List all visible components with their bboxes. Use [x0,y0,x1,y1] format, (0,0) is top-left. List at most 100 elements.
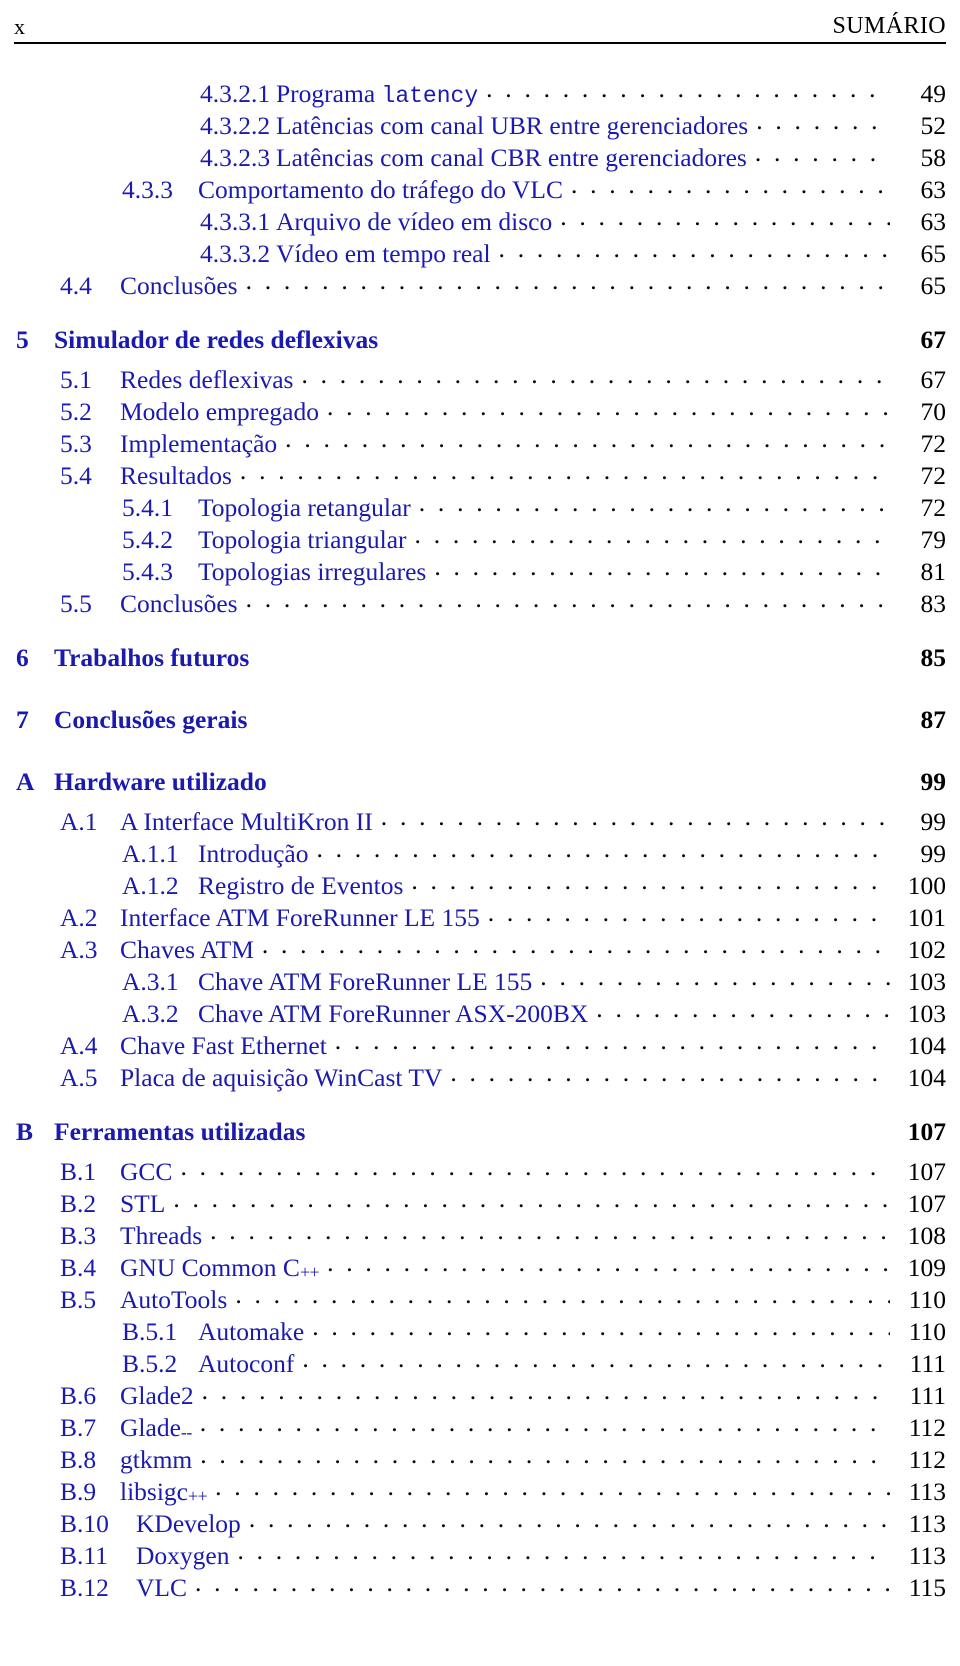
toc-entry-subsection[interactable]: B.5.1 Automake 110 [14,1314,946,1346]
toc-entry-section[interactable]: B.11 Doxygen 113 [14,1538,946,1570]
toc-entry-section[interactable]: 5.5 Conclusões 83 [14,586,946,618]
toc-entry-title: STL [120,1190,173,1217]
toc-entry-page-number: 99 [920,766,947,796]
toc-entry-title: Autoconf [198,1348,302,1378]
toc-dot-leader [202,1378,890,1404]
toc-entry-title: Topologia triangular [198,526,415,553]
toc-entry-page-number: 104 [907,1062,946,1092]
toc-entry-section[interactable]: 5.3 Implementação 72 [14,426,946,458]
toc-entry-number: B.10 [60,1508,109,1538]
toc-entry-title: Doxygen [136,1540,237,1570]
toc-entry-subsection[interactable]: A.3.2 Chave ATM ForeRunner ASX-200BX 103 [14,996,946,1028]
toc-entry-page-number: 67 [920,364,947,394]
toc-entry-subsubsection[interactable]: 4.3.3.1Arquivo de vídeo em disco 63 [14,204,946,236]
toc-entry-subsubsection[interactable]: 4.3.2.2 Latências com canal UBR entre ger… [14,108,946,140]
toc-entry-page-number: 81 [920,556,947,586]
toc-entry-number: A.3.1 [122,966,179,996]
toc-entry-subsection[interactable]: A.1.1 Introdução 99 [14,836,946,868]
toc-entry-section[interactable]: B.12 VLC 115 [14,1570,946,1602]
toc-dot-leader [173,1186,890,1212]
toc-entry-section[interactable]: B.3 Threads 108 [14,1218,946,1250]
toc-entry-section[interactable]: B.6 Glade2 111 [14,1378,946,1410]
toc-entry-title-text: Chave Fast Ethernet [120,1030,327,1060]
toc-entry-section[interactable]: B.7 Glade-- 112 [14,1410,946,1442]
toc-entry-title-text: Introdução [198,838,309,868]
toc-entry-subsubsection[interactable]: 4.3.2.1Programa latency 49 [14,76,946,108]
toc-entry-number: 6 [16,642,29,672]
toc-entry-title-text: Hardware utilizado [54,766,267,796]
toc-entry-section[interactable]: 5.4 Resultados 72 [14,458,946,490]
toc-entry-section[interactable]: A.4 Chave Fast Ethernet 104 [14,1028,946,1060]
toc-entry-section[interactable]: A.1 A Interface MultiKron II 99 [14,804,946,836]
toc-entry-title-text: Autoconf [198,1348,295,1378]
toc-entry-section[interactable]: B.10 KDevelop 113 [14,1506,946,1538]
toc-entry-title-text: Registro de Eventos [198,870,404,900]
toc-entry-chapter[interactable]: 7 Conclusões gerais 87 [14,702,946,742]
toc-entry-section[interactable]: A.3 Chaves ATM 102 [14,932,946,964]
toc-dot-leader [301,362,890,388]
toc-entry-number: B.6 [60,1380,97,1410]
toc-entry-page-number: 72 [920,460,947,490]
toc-entry-title-text: Doxygen [136,1540,230,1570]
toc-entry-chapter[interactable]: 6 Trabalhos futuros 85 [14,640,946,680]
toc-entry-title: Chaves ATM [120,936,262,963]
toc-entry-section[interactable]: 5.2 Modelo empregado 70 [14,394,946,426]
toc-entry-section[interactable]: 4.4 Conclusões 65 [14,268,946,300]
toc-entry-title-text: A Interface MultiKron II [120,806,373,836]
toc-entry-section[interactable]: B.5 AutoTools 110 [14,1282,946,1314]
toc-entry-page-number: 112 [908,1444,946,1474]
toc-entry-page-number: 110 [908,1284,946,1314]
toc-entry-subsubsection[interactable]: 4.3.3.2Vídeo em tempo real 65 [14,236,946,268]
toc-entry-title-suffix: ++ [299,1261,320,1282]
toc-entry-section[interactable]: A.5 Placa de aquisição WinCast TV 104 [14,1060,946,1092]
toc-entry-section[interactable]: B.9 libsigc++ 113 [14,1474,946,1506]
toc-entry-title-suffix: ++ [188,1485,208,1506]
toc-dot-leader [200,1410,890,1436]
toc-entry-number: A.3.2 [122,998,179,1028]
toc-entry-subsection[interactable]: 5.4.3 Topologias irregulares 81 [14,554,946,586]
toc-entry-subsection[interactable]: B.5.2 Autoconf 111 [14,1346,946,1378]
toc-entry-title-text: Conclusões [120,588,238,618]
toc-entry-title: Introdução [198,838,316,868]
toc-dot-leader [215,1474,890,1500]
toc-entry-subsection[interactable]: A.3.1 Chave ATM ForeRunner LE 155 103 [14,964,946,996]
toc-entry-title-text: Chave ATM ForeRunner ASX-200BX [198,998,589,1028]
toc-entry-section[interactable]: 5.1 Redes deflexivas 67 [14,362,946,394]
toc-entry-title: Registro de Eventos [198,870,411,900]
toc-entry-subsection[interactable]: 4.3.3 Comportamento do tráfego do VLC 63 [14,172,946,204]
toc-dot-leader [386,322,890,348]
toc-entry-number: 4.3.3.1 [200,206,271,236]
toc-entry-subsubsection[interactable]: 4.3.2.3 Latências com canal CBR entre ger… [14,140,946,172]
toc-entry-page-number: 111 [909,1348,946,1378]
toc-entry-title-text: Implementação [120,428,278,458]
toc-entry-page-number: 52 [920,110,947,140]
toc-dot-leader [755,140,890,166]
toc-entry-title: Chave ATM ForeRunner LE 155 [198,968,540,995]
toc-entry-subsection[interactable]: 5.4.2 Topologia triangular 79 [14,522,946,554]
toc-entry-subsection[interactable]: A.1.2 Registro de Eventos 100 [14,868,946,900]
toc-entry-chapter[interactable]: B Ferramentas utilizadas 107 [14,1114,946,1154]
toc-entry-chapter[interactable]: A Hardware utilizado 99 [14,764,946,804]
toc-entry-section[interactable]: B.2 STL 107 [14,1186,946,1218]
toc-entry-section[interactable]: A.2 Interface ATM ForeRunner LE 155 101 [14,900,946,932]
toc-entry-number: A.5 [60,1062,98,1092]
toc-entry-page-number: 107 [907,1156,946,1186]
toc-entry-number: A.3 [60,934,98,964]
toc-dot-leader [246,586,890,612]
toc-dot-leader [488,900,890,926]
toc-entry-title-text: Topologia retangular [198,492,411,522]
toc-entry-title: libsigc++ [120,1478,215,1506]
toc-dot-leader [302,1346,890,1372]
toc-entry-section[interactable]: B.8 gtkmm 112 [14,1442,946,1474]
toc-entry-page-number: 102 [907,934,946,964]
toc-entry-number: A.2 [60,902,98,932]
toc-entry-chapter[interactable]: 5 Simulador de redes deflexivas 67 [14,322,946,362]
toc-dot-leader [237,1538,890,1564]
toc-entry-section[interactable]: B.4 GNU Common C++ 109 [14,1250,946,1282]
toc-entry-section[interactable]: B.1 GCC 107 [14,1154,946,1186]
toc-entry-title: Placa de aquisição WinCast TV [120,1064,450,1091]
toc-entry-subsection[interactable]: 5.4.1 Topologia retangular 72 [14,490,946,522]
toc-entry-title-text: GNU Common C [120,1252,300,1282]
toc-dot-leader [756,108,890,134]
toc-dot-leader [415,522,890,548]
